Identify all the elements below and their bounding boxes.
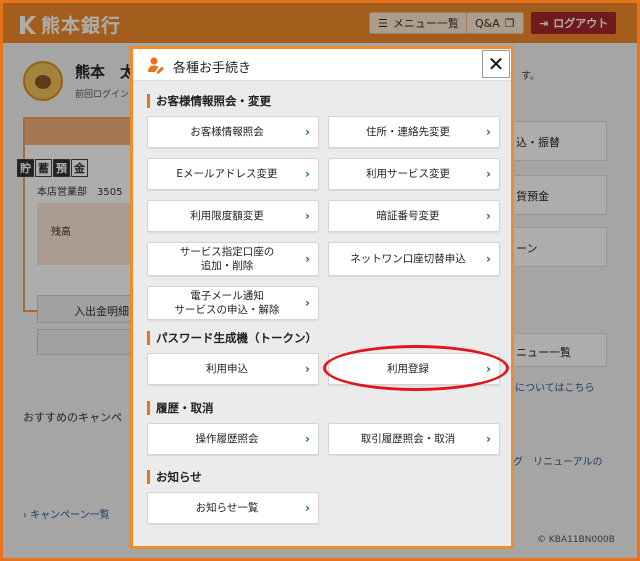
button-label: 利用限度額変更 — [190, 210, 264, 222]
section-marker — [147, 401, 150, 415]
chevron-right-icon: › — [305, 296, 310, 310]
close-button[interactable]: ✕ — [482, 50, 510, 78]
button-label: 暗証番号変更 — [376, 210, 440, 222]
chevron-right-icon: › — [486, 167, 491, 181]
button-label: ネットワン口座切替申込 — [350, 253, 466, 265]
browser-frame: 熊本銀行 ☰ メニュー一覧 Q&A ❐ ⇥ ログアウト 熊本 太 前回ログイン … — [0, 0, 640, 561]
designated-account-button[interactable]: サービス指定口座の 追加・削除 › — [147, 242, 319, 276]
chevron-right-icon: › — [305, 432, 310, 446]
section-notice: お知らせ — [147, 469, 202, 485]
chevron-right-icon: › — [305, 209, 310, 223]
button-label: 利用申込 — [206, 363, 248, 375]
section-title: お知らせ — [156, 470, 202, 484]
transaction-history-cancel-button[interactable]: 取引履歴照会・取消 › — [328, 423, 500, 455]
modal-title: 各種お手続き — [173, 61, 252, 76]
button-label: 電子メール通知 サービスの申込・解除 — [174, 290, 280, 316]
button-label: 利用サービス変更 — [366, 168, 450, 180]
section-title: 履歴・取消 — [156, 401, 214, 415]
button-label: お客様情報照会 — [190, 126, 264, 138]
address-contact-change-button[interactable]: 住所・連絡先変更 › — [328, 116, 500, 148]
chevron-right-icon: › — [305, 167, 310, 181]
section-title: お客様情報照会・変更 — [156, 94, 271, 108]
notice-list-button[interactable]: お知らせ一覧 › — [147, 492, 319, 524]
button-label: 操作履歴照会 — [195, 433, 259, 445]
operation-history-button[interactable]: 操作履歴照会 › — [147, 423, 319, 455]
button-label: お知らせ一覧 — [195, 502, 259, 514]
email-change-button[interactable]: Eメールアドレス変更 › — [147, 158, 319, 190]
button-label: Eメールアドレス変更 — [176, 168, 278, 180]
pin-change-button[interactable]: 暗証番号変更 › — [328, 200, 500, 232]
section-customer-info: お客様情報照会・変更 — [147, 93, 271, 109]
button-label: 住所・連絡先変更 — [366, 126, 450, 138]
chevron-right-icon: › — [305, 362, 310, 376]
section-marker — [147, 470, 150, 484]
section-title: パスワード生成機（トークン） — [156, 331, 317, 345]
chevron-right-icon: › — [486, 432, 491, 446]
chevron-right-icon: › — [486, 125, 491, 139]
section-marker — [147, 94, 150, 108]
email-notification-button[interactable]: 電子メール通知 サービスの申込・解除 › — [147, 286, 319, 320]
chevron-right-icon: › — [486, 252, 491, 266]
chevron-right-icon: › — [305, 125, 310, 139]
modal-header: 各種お手続き ✕ — [133, 49, 511, 81]
chevron-right-icon: › — [486, 209, 491, 223]
chevron-right-icon: › — [305, 252, 310, 266]
network-account-switch-button[interactable]: ネットワン口座切替申込 › — [328, 242, 500, 276]
limit-change-button[interactable]: 利用限度額変更 › — [147, 200, 319, 232]
customer-info-inquiry-button[interactable]: お客様情報照会 › — [147, 116, 319, 148]
button-label: 取引履歴照会・取消 — [360, 433, 456, 445]
person-edit-icon — [148, 57, 164, 74]
highlight-ellipse — [323, 345, 509, 391]
token-apply-button[interactable]: 利用申込 › — [147, 353, 319, 385]
procedures-modal: 各種お手続き ✕ お客様情報照会・変更 お客様情報照会 › 住所・連絡先変更 › E… — [130, 46, 514, 549]
service-change-button[interactable]: 利用サービス変更 › — [328, 158, 500, 190]
button-label: サービス指定口座の 追加・削除 — [179, 246, 275, 272]
section-token: パスワード生成機（トークン） — [147, 330, 317, 346]
close-icon: ✕ — [487, 52, 505, 76]
section-history: 履歴・取消 — [147, 400, 214, 416]
section-marker — [147, 331, 150, 345]
chevron-right-icon: › — [305, 501, 310, 515]
